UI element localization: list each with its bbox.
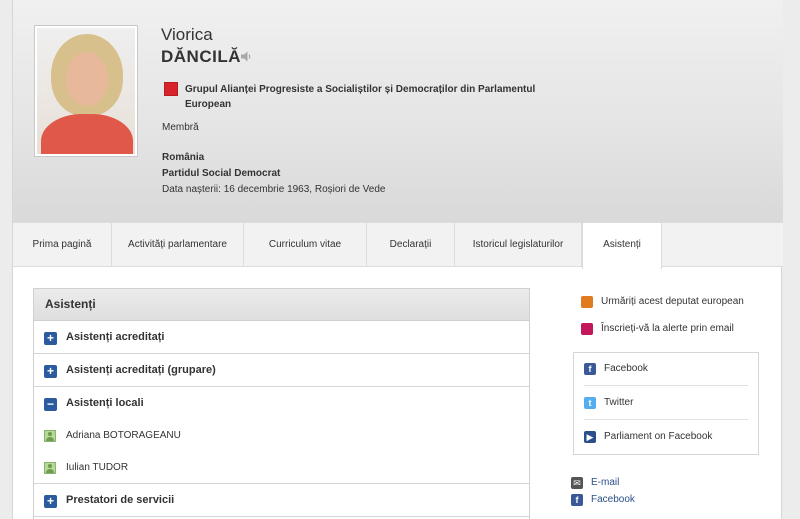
- tab-assistants[interactable]: Asistenți: [582, 223, 662, 269]
- assistant-name: Adriana BOTORAGEANU: [66, 430, 181, 441]
- mep-first-name: Viorica: [161, 25, 213, 44]
- panel-title: Asistenți: [34, 289, 529, 321]
- person-icon: [44, 430, 56, 442]
- twitter-icon: t: [584, 397, 596, 409]
- follow-rss-link[interactable]: Urmăriți acest deputat european: [581, 296, 781, 310]
- mep-role: Membră: [162, 122, 199, 133]
- social-parliament-facebook-link[interactable]: ▶ Parliament on Facebook: [584, 421, 748, 454]
- tab-curriculum-vitae[interactable]: Curriculum vitae: [244, 223, 367, 267]
- page: Viorica DĂNCILĂ Grupul Alianței Progresi…: [12, 0, 783, 519]
- accordion-accredited-assistants-grouping[interactable]: + Asistenți acreditați (grupare): [34, 354, 529, 387]
- rss-icon: [581, 296, 593, 308]
- profile-tabs: Prima pagină Activități parlamentare Cur…: [13, 222, 783, 269]
- alert-icon: [581, 323, 593, 335]
- tab-legislature-history[interactable]: Istoricul legislaturilor: [455, 223, 582, 267]
- person-icon: [44, 462, 56, 474]
- mep-photo: [34, 25, 138, 157]
- political-group: Grupul Alianței Progresiste a Socialiști…: [185, 84, 536, 110]
- tab-declarations[interactable]: Declarații: [367, 223, 455, 267]
- birth-info: Data nașterii: 16 decembrie 1963, Roșior…: [162, 184, 386, 195]
- social-twitter-link[interactable]: t Twitter: [584, 387, 748, 420]
- social-facebook-link[interactable]: f Facebook: [584, 353, 748, 386]
- list-item: Iulian TUDOR: [34, 452, 529, 484]
- social-box: f Facebook t Twitter ▶ Parliament on Fac…: [573, 352, 759, 455]
- assistant-name: Iulian TUDOR: [66, 462, 129, 473]
- list-item: Adriana BOTORAGEANU: [34, 420, 529, 452]
- group-logo-icon: [164, 82, 178, 96]
- contact-facebook-link[interactable]: f Facebook: [571, 494, 671, 508]
- collapse-icon[interactable]: −: [44, 398, 57, 411]
- assistants-panel: Asistenți + Asistenți acreditați + Asist…: [33, 288, 530, 519]
- accordion-service-providers[interactable]: + Prestatori de servicii: [34, 484, 529, 517]
- email-alerts-link[interactable]: Înscrieți-vă la alerte prin email: [581, 323, 781, 337]
- email-icon: ✉: [571, 477, 583, 489]
- tab-parliamentary-activities[interactable]: Activități parlamentare: [112, 223, 244, 267]
- facebook-icon: f: [571, 494, 583, 506]
- speaker-icon[interactable]: [240, 50, 253, 63]
- parliament-icon: ▶: [584, 431, 596, 443]
- mep-country: România: [162, 152, 205, 163]
- profile-header: Viorica DĂNCILĂ Grupul Alianței Progresi…: [13, 0, 783, 222]
- expand-icon[interactable]: +: [44, 332, 57, 345]
- expand-icon[interactable]: +: [44, 365, 57, 378]
- mep-last-name: DĂNCILĂ: [161, 47, 241, 66]
- facebook-icon: f: [584, 363, 596, 375]
- tab-home[interactable]: Prima pagină: [13, 223, 112, 267]
- contact-email-link[interactable]: ✉ E-mail: [571, 477, 671, 491]
- national-party: Partidul Social Democrat: [162, 168, 281, 179]
- expand-icon[interactable]: +: [44, 495, 57, 508]
- accordion-local-assistants[interactable]: − Asistenți locali: [34, 387, 529, 420]
- accordion-accredited-assistants[interactable]: + Asistenți acreditați: [34, 321, 529, 354]
